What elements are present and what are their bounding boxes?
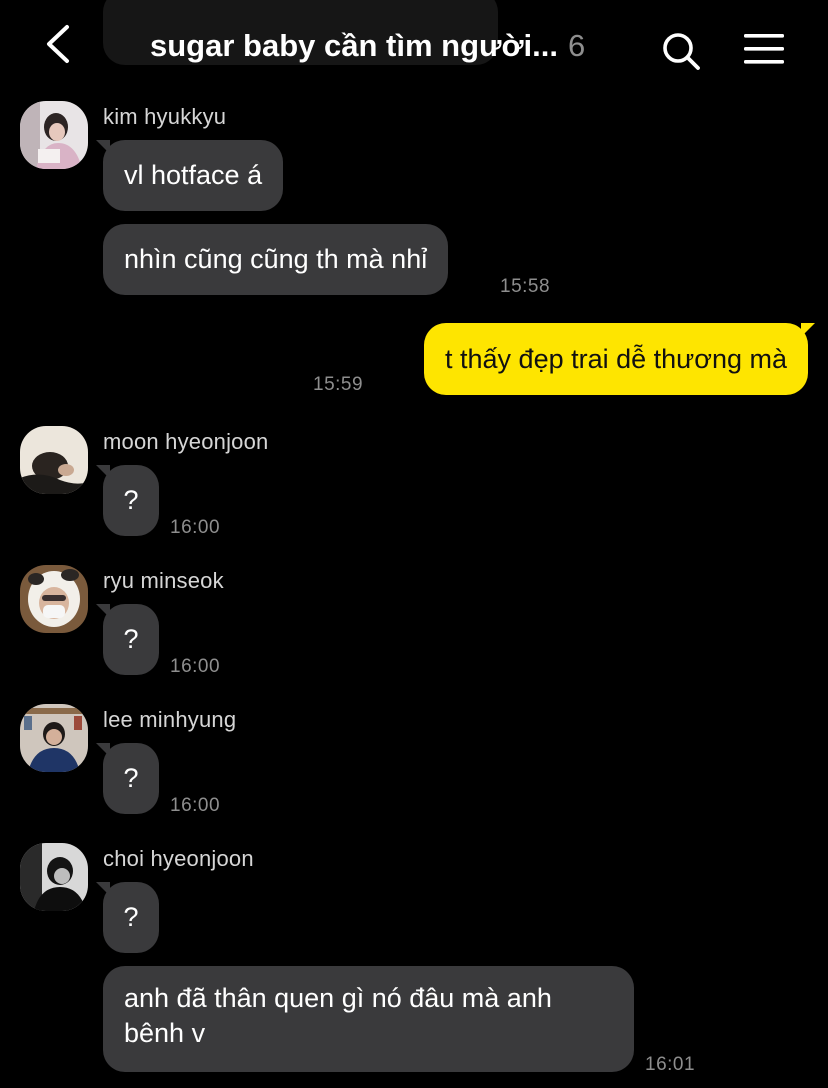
avatar-kim-hyukkyu[interactable]: [20, 101, 88, 169]
profile-photo: [20, 426, 88, 494]
my-message-bubble[interactable]: t thấy đẹp trai dễ thương mà: [424, 323, 815, 395]
message-bubble[interactable]: nhìn cũng cũng th mà nhỉ: [103, 224, 449, 295]
avatar-ryu-minseok[interactable]: [20, 565, 88, 633]
avatar-moon-hyeonjoon[interactable]: [20, 426, 88, 494]
back-button[interactable]: [38, 22, 82, 66]
message-bubble[interactable]: anh đã thân quen gì nó đâu mà anh bênh v: [103, 966, 634, 1072]
member-count: 6: [567, 28, 586, 63]
chat-title: sugar baby cần tìm người...: [150, 28, 558, 63]
profile-photo: [20, 843, 88, 911]
profile-photo: [20, 704, 88, 772]
avatar-choi-hyeonjoon[interactable]: [20, 843, 88, 911]
chevron-left-icon: [47, 25, 69, 63]
search-icon: [663, 33, 700, 70]
message-bubble[interactable]: vl hotface á: [95, 140, 284, 211]
sender-name: lee minhyung: [103, 707, 237, 732]
avatar-lee-minhyung[interactable]: [20, 704, 88, 772]
message-time: 16:01: [645, 1054, 696, 1075]
message-time: 16:00: [170, 656, 221, 677]
chat-header: sugar baby cần tìm người... 6: [0, 0, 828, 90]
sender-name: moon hyeonjoon: [103, 429, 269, 454]
message-bubble[interactable]: ?: [96, 743, 159, 814]
message-bubble[interactable]: ?: [96, 604, 159, 675]
message-bubble[interactable]: ?: [96, 465, 159, 536]
menu-button[interactable]: [742, 31, 786, 67]
sender-name: choi hyeonjoon: [103, 846, 254, 871]
message-time: 16:00: [170, 795, 221, 816]
search-button[interactable]: [660, 30, 702, 72]
sender-name: ryu minseok: [103, 568, 224, 593]
message-time: 15:58: [500, 276, 551, 297]
message-time: 16:00: [170, 517, 221, 538]
chat-title-area[interactable]: sugar baby cần tìm người... 6: [150, 24, 585, 68]
message-bubble[interactable]: ?: [96, 882, 159, 953]
profile-photo: [20, 565, 88, 633]
hamburger-menu-icon: [744, 34, 784, 64]
sender-name: kim hyukkyu: [103, 104, 227, 129]
message-time: 15:59: [313, 374, 364, 395]
profile-photo: [20, 101, 88, 169]
